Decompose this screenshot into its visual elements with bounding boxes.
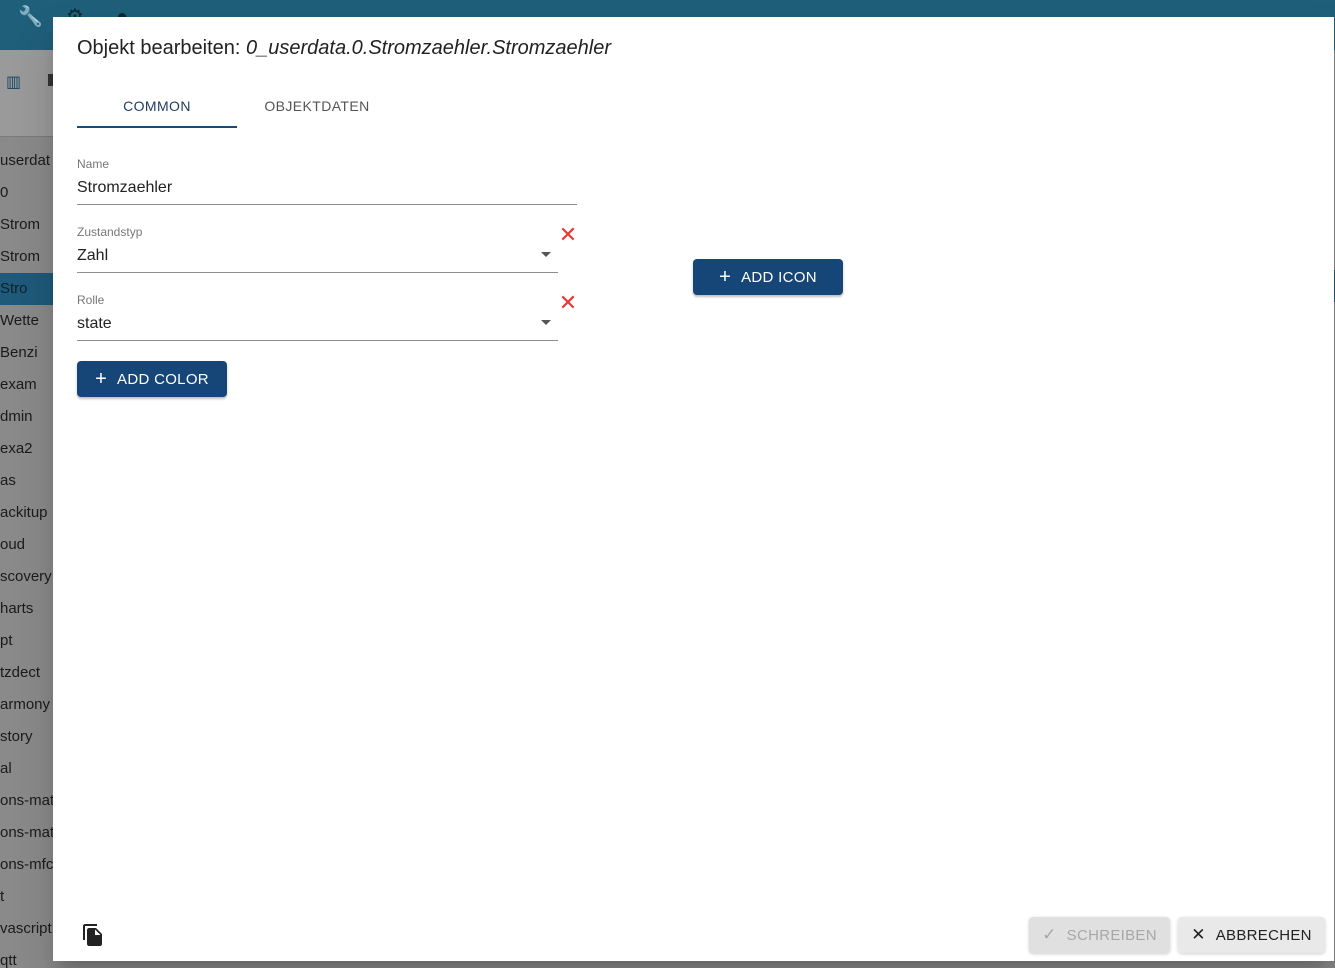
- tree-item[interactable]: pt: [0, 625, 53, 657]
- tree-item[interactable]: oud: [0, 529, 53, 561]
- state-type-value[interactable]: Zahl: [77, 247, 108, 265]
- check-icon: ✓: [1042, 925, 1057, 944]
- dialog-title-path: 0_userdata.0.Stromzaehler.Stromzaehler: [246, 37, 611, 59]
- tree-item[interactable]: Strom: [0, 241, 53, 273]
- tree-item[interactable]: Benzi: [0, 337, 53, 369]
- tree-item[interactable]: 0: [0, 177, 53, 209]
- object-tree: userdat 0 Strom Strom Stro Wette Benzi exam dmin…: [0, 136, 53, 968]
- tree-item[interactable]: qtt: [0, 945, 53, 968]
- tab-common[interactable]: COMMON: [77, 87, 237, 129]
- cancel-button[interactable]: ✕ ABBRECHEN: [1178, 917, 1325, 953]
- add-icon-button[interactable]: + ADD ICON: [693, 259, 843, 295]
- tree-item[interactable]: t: [0, 881, 53, 913]
- tree-item[interactable]: vascript: [0, 913, 53, 945]
- add-icon-label: ADD ICON: [741, 268, 817, 286]
- tree-item[interactable]: harts: [0, 593, 53, 625]
- tree-item[interactable]: armony: [0, 689, 53, 721]
- copy-icon[interactable]: [81, 923, 105, 947]
- clear-state-type-icon[interactable]: ✕: [558, 224, 578, 246]
- tree-item[interactable]: ons-mat: [0, 785, 53, 817]
- dialog-title: Objekt bearbeiten: 0_userdata.0.Stromzae…: [77, 37, 611, 60]
- objects-toolbar: ▥: [0, 50, 54, 136]
- state-type-select[interactable]: Zustandstyp Zahl: [77, 225, 558, 273]
- add-color-label: ADD COLOR: [117, 370, 209, 388]
- tree-item[interactable]: al: [0, 753, 53, 785]
- role-underline: [77, 340, 558, 341]
- columns-icon[interactable]: ▥: [6, 72, 21, 92]
- chevron-down-icon[interactable]: [541, 320, 551, 325]
- tree-item[interactable]: exam: [0, 369, 53, 401]
- tree-item[interactable]: scovery: [0, 561, 53, 593]
- write-label: SCHREIBEN: [1066, 926, 1157, 944]
- tree-item[interactable]: Wette: [0, 305, 53, 337]
- tree-item[interactable]: dmin: [0, 401, 53, 433]
- tree-item[interactable]: Stro: [0, 273, 53, 305]
- name-field[interactable]: Name Stromzaehler: [77, 157, 577, 205]
- tree-item[interactable]: ons-mfc: [0, 849, 53, 881]
- plus-icon: +: [719, 266, 732, 288]
- tree-item[interactable]: ackitup: [0, 497, 53, 529]
- tree-item[interactable]: as: [0, 465, 53, 497]
- chevron-down-icon[interactable]: [541, 252, 551, 257]
- state-type-underline: [77, 272, 558, 273]
- add-color-button[interactable]: + ADD COLOR: [77, 361, 227, 397]
- role-select[interactable]: Rolle state: [77, 293, 558, 341]
- tree-item[interactable]: tzdect: [0, 657, 53, 689]
- cancel-label: ABBRECHEN: [1215, 926, 1312, 944]
- edit-object-dialog: Objekt bearbeiten: 0_userdata.0.Stromzae…: [53, 17, 1334, 961]
- role-value[interactable]: state: [77, 315, 112, 333]
- plus-icon: +: [95, 368, 108, 390]
- tree-item[interactable]: Strom: [0, 209, 53, 241]
- dialog-title-prefix: Objekt bearbeiten:: [77, 37, 241, 59]
- role-label: Rolle: [77, 293, 105, 307]
- write-button[interactable]: ✓ SCHREIBEN: [1029, 917, 1170, 953]
- tab-indicator: [77, 126, 237, 128]
- tree-item[interactable]: userdat: [0, 145, 53, 177]
- wrench-icon[interactable]: 🔧: [18, 6, 43, 28]
- tree-item[interactable]: story: [0, 721, 53, 753]
- state-type-label: Zustandstyp: [77, 225, 143, 239]
- name-underline: [77, 204, 577, 205]
- tab-objektdaten[interactable]: OBJEKTDATEN: [237, 87, 397, 129]
- name-label: Name: [77, 157, 110, 171]
- name-value[interactable]: Stromzaehler: [77, 179, 172, 197]
- clear-role-icon[interactable]: ✕: [558, 292, 578, 314]
- tree-item[interactable]: ons-mat: [0, 817, 53, 849]
- tree-item[interactable]: exa2: [0, 433, 53, 465]
- close-icon: ✕: [1191, 925, 1206, 944]
